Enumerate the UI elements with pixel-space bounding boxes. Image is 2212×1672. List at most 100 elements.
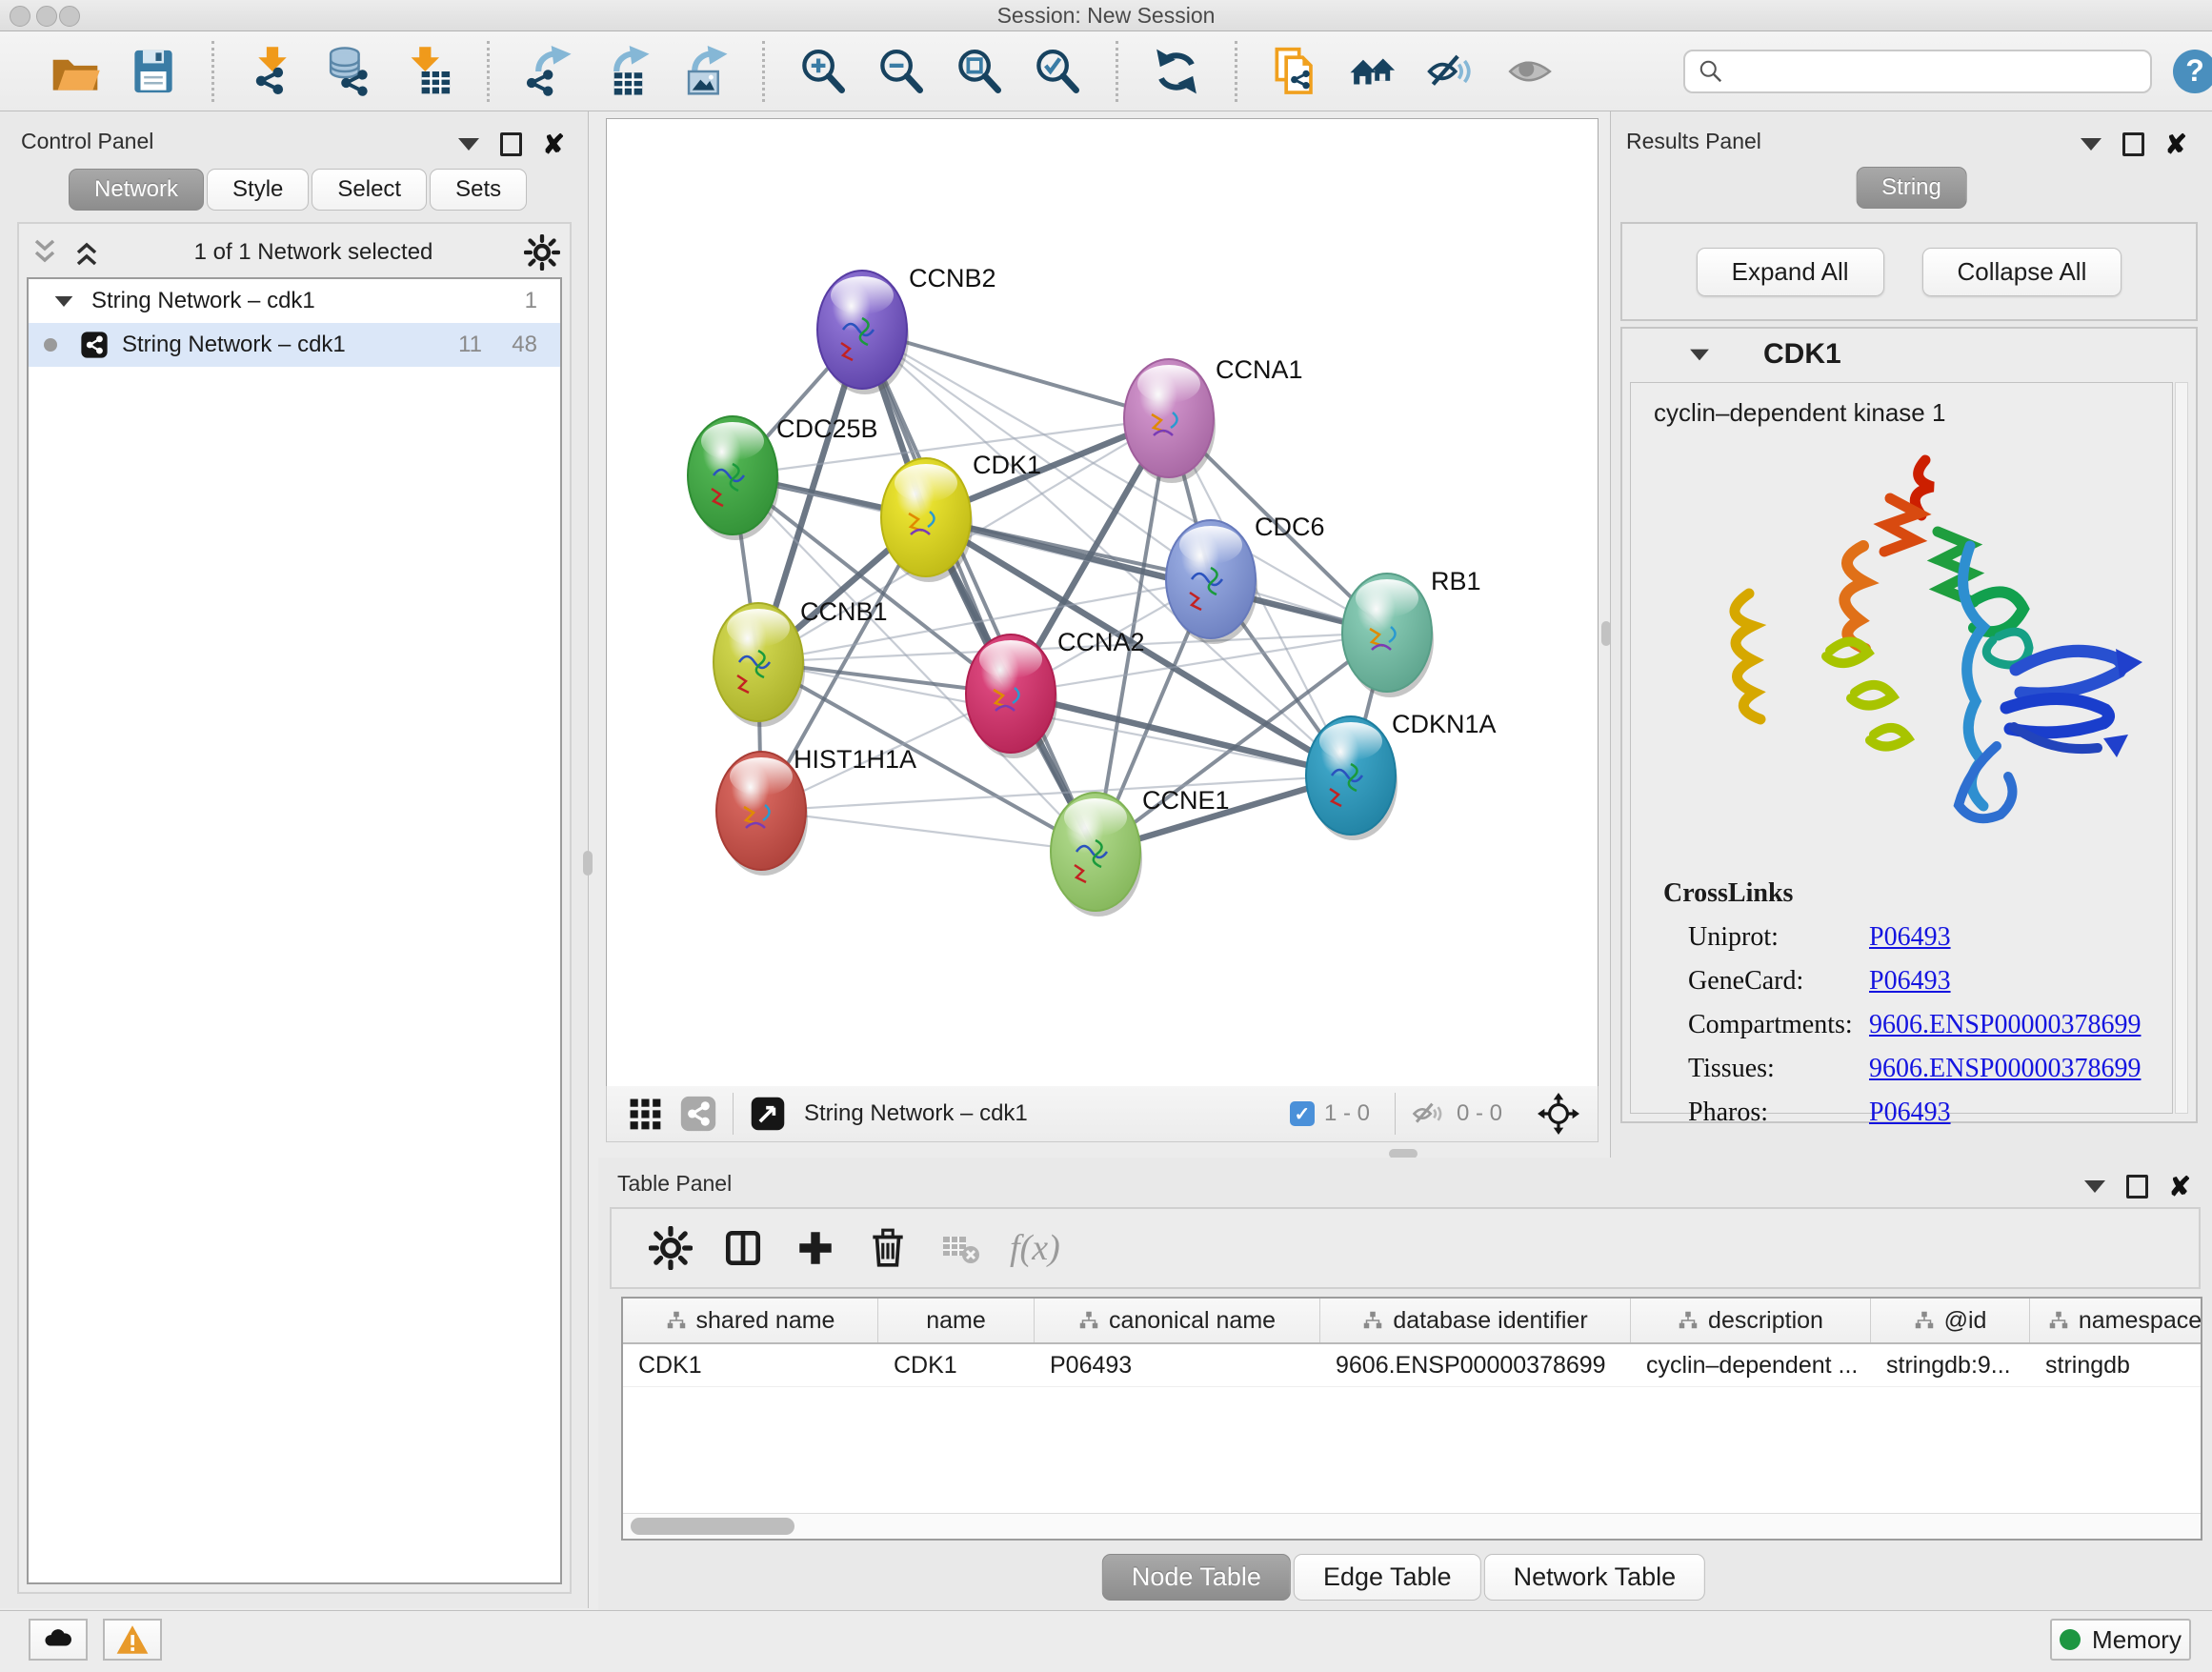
collapse-all-icon[interactable] [29, 236, 61, 269]
grid-view-icon[interactable] [626, 1095, 664, 1133]
export-table-icon[interactable] [600, 44, 652, 99]
save-session-icon[interactable] [128, 44, 179, 99]
open-session-icon[interactable] [50, 44, 101, 99]
panel-menu-icon[interactable] [2081, 138, 2101, 151]
network-collection-row[interactable]: String Network – cdk1 1 [29, 279, 560, 323]
panel-menu-icon[interactable] [2084, 1180, 2105, 1193]
column-header-shared-name[interactable]: shared name [623, 1299, 878, 1342]
tab-select[interactable]: Select [312, 169, 427, 211]
close-panel-icon[interactable]: ✘ [2169, 1178, 2191, 1197]
cell-database-identifier[interactable]: 9606.ENSP00000378699 [1320, 1352, 1631, 1380]
panel-menu-icon[interactable] [458, 138, 479, 151]
help-button[interactable]: ? [2173, 50, 2212, 93]
tab-sets[interactable]: Sets [430, 169, 527, 211]
tab-network-table[interactable]: Network Table [1484, 1554, 1706, 1601]
zoom-in-icon[interactable] [797, 44, 849, 99]
float-panel-icon[interactable] [2122, 132, 2144, 156]
column-header--id[interactable]: @id [1871, 1299, 2030, 1342]
results-scrollbar[interactable] [2175, 382, 2188, 1114]
network-row-selected[interactable]: String Network – cdk1 11 48 [29, 323, 560, 367]
show-columns-icon[interactable] [718, 1223, 768, 1273]
node-CCNA1[interactable] [1124, 359, 1216, 483]
crosslink-link[interactable]: P06493 [1869, 966, 1951, 997]
node-CCNA2[interactable] [966, 635, 1057, 758]
expand-all-button[interactable]: Expand All [1697, 248, 1884, 296]
node-CDC25B[interactable] [688, 416, 779, 540]
node-CCNB2[interactable] [817, 271, 909, 394]
column-header-database-identifier[interactable]: database identifier [1320, 1299, 1631, 1342]
cell-name[interactable]: CDK1 [878, 1352, 1035, 1380]
node-CDC6[interactable] [1166, 520, 1257, 644]
tab-node-table[interactable]: Node Table [1102, 1554, 1291, 1601]
cell--id[interactable]: stringdb:9... [1871, 1352, 2030, 1380]
column-header-name[interactable]: name [878, 1299, 1035, 1342]
create-column-icon[interactable] [791, 1223, 840, 1273]
column-header-canonical-name[interactable]: canonical name [1035, 1299, 1320, 1342]
import-database-icon[interactable] [325, 44, 376, 99]
cell-shared-name[interactable]: CDK1 [623, 1352, 878, 1380]
node-label-CCNA2: CCNA2 [1057, 628, 1145, 656]
table-settings-gear-icon[interactable] [646, 1223, 695, 1273]
float-panel-icon[interactable] [2126, 1175, 2148, 1199]
hide-selected-icon[interactable] [1426, 44, 1478, 99]
node-CDK1[interactable] [881, 458, 973, 582]
hscroll-thumb[interactable] [631, 1518, 794, 1535]
delete-column-icon[interactable] [863, 1223, 913, 1273]
memory-button[interactable]: Memory [2050, 1619, 2191, 1661]
gear-icon[interactable] [524, 234, 560, 271]
search-box[interactable] [1683, 50, 2152, 93]
tree-expand-icon[interactable] [55, 295, 73, 306]
hidden-eye-icon[interactable] [1411, 1096, 1447, 1132]
close-window-button[interactable] [10, 6, 30, 27]
crosslink-link[interactable]: 9606.ENSP00000378699 [1869, 1054, 2141, 1084]
node-CDKN1A[interactable] [1306, 716, 1398, 840]
expand-all-icon[interactable] [70, 236, 103, 269]
refresh-layout-icon[interactable] [1151, 44, 1202, 99]
minimize-window-button[interactable] [36, 6, 57, 27]
left-splitter-grip[interactable] [583, 851, 593, 876]
gene-description: cyclin–dependent kinase 1 [1654, 398, 2172, 428]
edge-HIST1H1A-CCNE1[interactable] [761, 811, 1096, 852]
fit-content-icon[interactable] [1537, 1092, 1580, 1136]
cell-namespace[interactable]: stringdb [2030, 1352, 2202, 1380]
node-RB1[interactable] [1342, 574, 1434, 697]
tab-edge-table[interactable]: Edge Table [1294, 1554, 1481, 1601]
tab-style[interactable]: Style [207, 169, 309, 211]
close-panel-icon[interactable]: ✘ [543, 135, 565, 154]
crosslink-link[interactable]: 9606.ENSP00000378699 [1869, 1010, 2141, 1040]
search-input[interactable] [1725, 57, 2129, 86]
cell-canonical-name[interactable]: P06493 [1035, 1352, 1320, 1380]
open-in-new-icon[interactable] [749, 1095, 787, 1133]
node-CCNB1[interactable] [714, 603, 805, 727]
node-table[interactable]: shared namenamecanonical namedatabase id… [621, 1297, 2202, 1541]
collapse-all-button[interactable]: Collapse All [1922, 248, 2122, 296]
tab-string[interactable]: String [1856, 167, 1967, 209]
import-table-icon[interactable] [403, 44, 454, 99]
table-hscrollbar[interactable] [623, 1513, 2201, 1539]
tab-network[interactable]: Network [69, 169, 204, 211]
cloud-button[interactable] [29, 1619, 88, 1661]
selected-nodes-checkbox[interactable]: ✓ [1290, 1101, 1315, 1126]
string-share-icon[interactable] [679, 1095, 717, 1133]
export-image-icon[interactable] [678, 44, 730, 99]
new-network-from-selection-icon[interactable] [1270, 44, 1321, 99]
crosslink-link[interactable]: P06493 [1869, 1098, 1951, 1128]
crosslink-link[interactable]: P06493 [1869, 922, 1951, 953]
network-canvas[interactable]: CCNB2CCNA1CDC25BCDK1CDC6RB1CCNB1CCNA2CDK… [606, 118, 1599, 1087]
warning-button[interactable] [103, 1619, 162, 1661]
zoom-selected-icon[interactable] [1032, 44, 1083, 99]
float-panel-icon[interactable] [500, 132, 522, 156]
export-network-icon[interactable] [522, 44, 573, 99]
zoom-fit-icon[interactable] [954, 44, 1005, 99]
cell-description[interactable]: cyclin–dependent ... [1631, 1352, 1871, 1380]
zoom-window-button[interactable] [59, 6, 80, 27]
column-header-description[interactable]: description [1631, 1299, 1871, 1342]
import-network-icon[interactable] [247, 44, 298, 99]
table-row[interactable]: CDK1CDK1P064939606.ENSP00000378699cyclin… [623, 1344, 2201, 1387]
close-panel-icon[interactable]: ✘ [2165, 135, 2187, 154]
collapse-gene-icon[interactable] [1690, 349, 1709, 360]
node-CCNE1[interactable] [1051, 793, 1142, 917]
zoom-out-icon[interactable] [875, 44, 927, 99]
column-header-namespace[interactable]: namespace [2030, 1299, 2202, 1342]
select-first-neighbors-icon[interactable] [1348, 44, 1399, 99]
